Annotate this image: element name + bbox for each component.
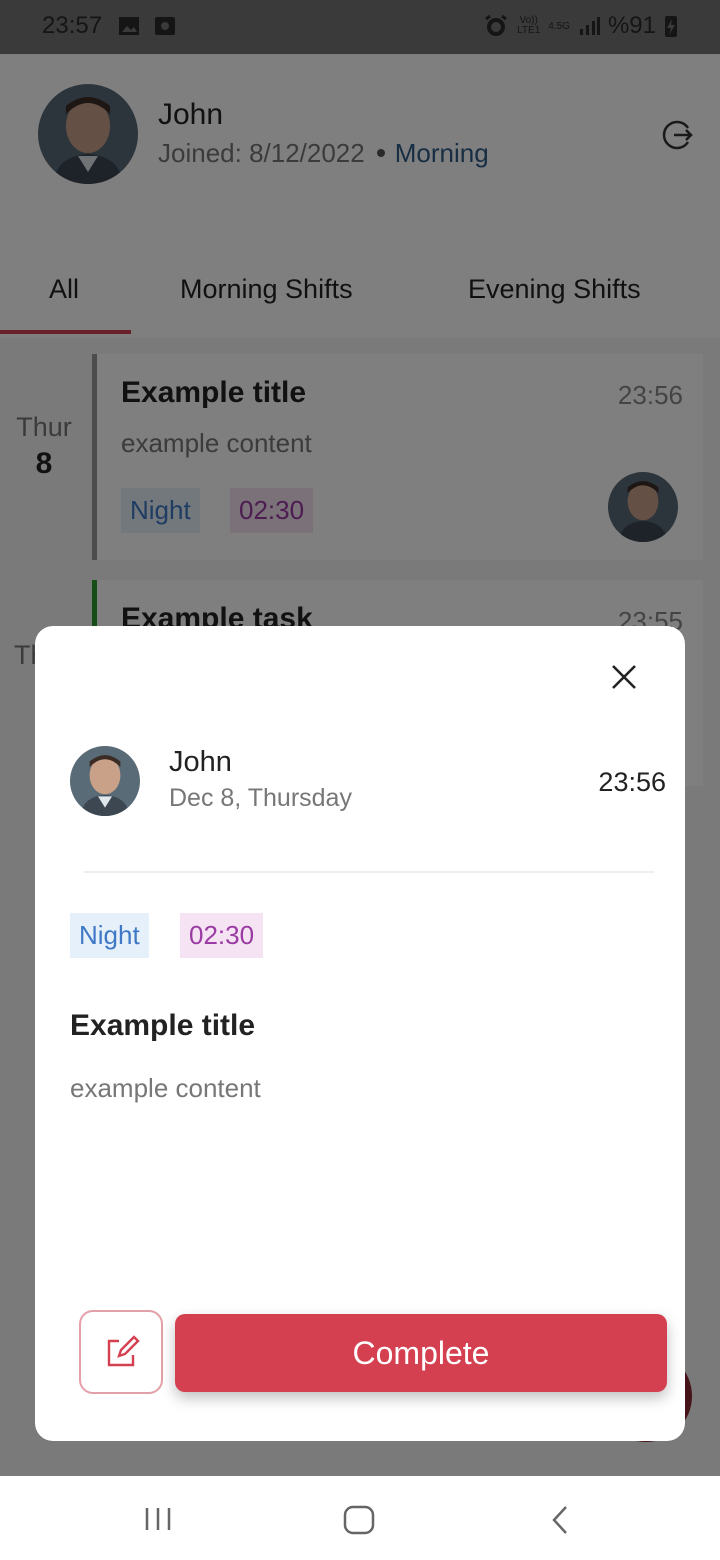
night-tag: Night	[70, 913, 149, 958]
divider	[84, 871, 654, 873]
modal-date: Dec 8, Thursday	[169, 784, 352, 812]
duration-tag: 02:30	[180, 913, 264, 958]
modal-content: example content	[70, 1073, 261, 1103]
task-detail-modal: John Dec 8, Thursday 23:56 Night 02:30 E…	[35, 626, 685, 1441]
back-icon[interactable]	[548, 1504, 572, 1536]
modal-user-name: John	[169, 746, 232, 778]
complete-button[interactable]: Complete	[175, 1314, 667, 1392]
edit-icon	[107, 1335, 140, 1367]
navigation-bar	[0, 1476, 720, 1560]
modal-title: Example title	[70, 1009, 256, 1042]
edit-button[interactable]	[79, 1310, 163, 1394]
home-icon[interactable]	[342, 1504, 376, 1536]
close-icon[interactable]	[609, 662, 639, 692]
modal-time: 23:56	[598, 767, 666, 797]
avatar	[70, 746, 140, 816]
recent-apps-icon[interactable]	[143, 1506, 173, 1532]
